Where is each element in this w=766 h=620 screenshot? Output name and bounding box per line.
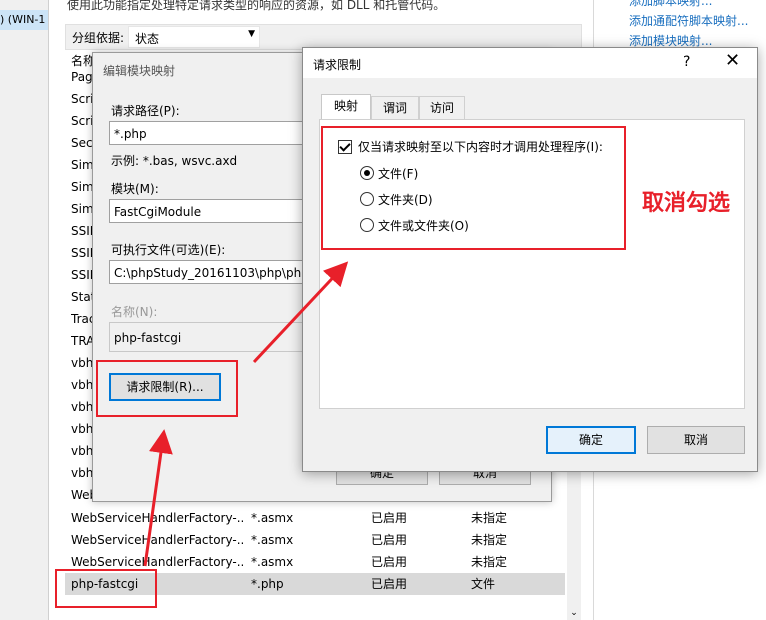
dialog-title: 请求限制 — [313, 58, 362, 72]
group-by-select[interactable]: 状态 ▼ — [128, 26, 260, 48]
left-tree-pane: ) (WIN-1 — [0, 0, 49, 620]
feature-description: 使用此功能指定处理特定请求类型的响应的资源，如 DLL 和托管代码。 — [67, 0, 446, 12]
table-row[interactable]: WebServiceHandlerFactory-... *.asmx 已启用 … — [65, 529, 565, 551]
close-icon[interactable]: ✕ — [725, 50, 740, 71]
cell-path: *.asmx — [251, 533, 294, 547]
cell-path: *.php — [251, 577, 284, 591]
cell-type: 文件 — [471, 577, 496, 591]
cell-type: 未指定 — [471, 533, 508, 547]
executable-input[interactable]: C:\phpStudy_20161103\php\php- — [109, 260, 309, 284]
tree-node-server[interactable]: ) (WIN-1 — [0, 10, 48, 30]
dialog-title: 编辑模块映射 — [103, 64, 176, 78]
group-by-value: 状态 — [135, 32, 160, 46]
tab-mapping[interactable]: 映射 — [321, 94, 371, 119]
tab-access[interactable]: 访问 — [419, 96, 465, 119]
chevron-down-icon: ▼ — [248, 29, 255, 39]
name-label: 名称(N): — [111, 305, 158, 319]
request-path-label: 请求路径(P): — [111, 104, 180, 118]
request-restrictions-dialog: 请求限制 ? ✕ 映射 谓词 访问 仅当请求映射至以下内容时才调用处理程序(I)… — [302, 47, 758, 472]
group-by-label: 分组依据: — [72, 31, 125, 45]
cell-path: *.asmx — [251, 555, 294, 569]
dialog-titlebar: 请求限制 ? ✕ — [303, 48, 757, 78]
annotation-text: 取消勾选 — [642, 191, 731, 216]
executable-label: 可执行文件(可选)(E): — [111, 243, 226, 257]
module-select[interactable]: FastCgiModule — [109, 199, 309, 223]
help-icon[interactable]: ? — [683, 54, 690, 70]
add-script-map-link[interactable]: 添加脚本映射... — [629, 0, 712, 9]
module-label: 模块(M): — [111, 182, 159, 196]
scroll-down-arrow-icon[interactable]: ⌄ — [567, 608, 581, 618]
annotation-box-options — [321, 126, 626, 250]
request-path-input[interactable]: *.php — [109, 121, 309, 145]
annotation-box-request-limit — [96, 360, 238, 417]
cell-type: 未指定 — [471, 555, 508, 569]
table-row[interactable]: WebServiceHandlerFactory-... *.asmx 已启用 … — [65, 507, 565, 529]
cell-state: 已启用 — [371, 555, 408, 569]
name-input: php-fastcgi — [109, 322, 309, 352]
annotation-box-php-row — [55, 569, 157, 608]
request-path-example: 示例: *.bas, wsvc.axd — [111, 154, 238, 168]
add-wildcard-script-map-link[interactable]: 添加通配符脚本映射... — [629, 12, 748, 29]
cell-name: WebServiceHandlerFactory-... — [71, 511, 243, 525]
cell-state: 已启用 — [371, 511, 408, 525]
tab-verbs[interactable]: 谓词 — [371, 96, 419, 119]
ok-button[interactable]: 确定 — [546, 426, 636, 454]
cancel-button[interactable]: 取消 — [647, 426, 745, 454]
cell-state: 已启用 — [371, 533, 408, 547]
cell-type: 未指定 — [471, 511, 508, 525]
cell-name: WebServiceHandlerFactory-... — [71, 533, 243, 547]
cell-path: *.asmx — [251, 511, 294, 525]
cell-state: 已启用 — [371, 577, 408, 591]
